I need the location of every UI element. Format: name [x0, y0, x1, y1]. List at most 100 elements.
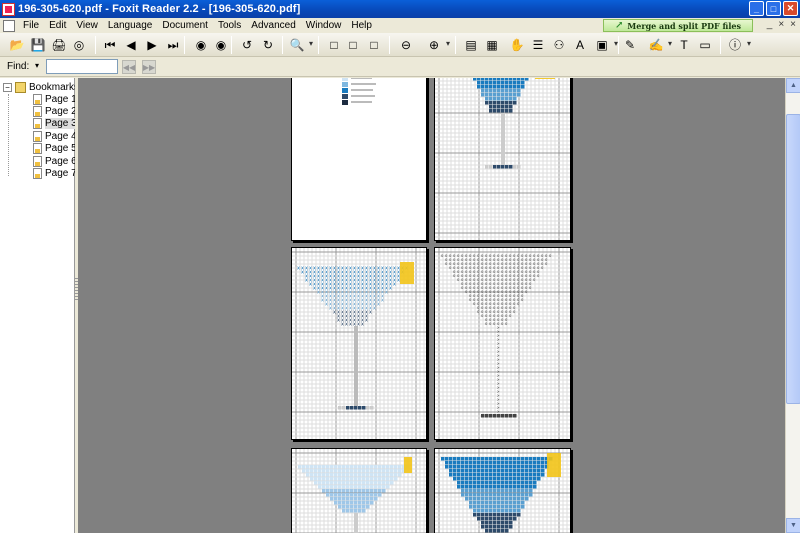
mdi-close-button[interactable]: ×: [790, 19, 796, 30]
bookmark-page-1[interactable]: Page 1: [33, 94, 77, 105]
svg-text:x: x: [369, 310, 372, 316]
bookmark-label: Page 1: [45, 94, 77, 105]
bookmark-page-7[interactable]: Page 7: [33, 168, 77, 179]
last-page-icon[interactable]: ⏭: [165, 37, 181, 53]
cross-stitch-pattern-mixed: [435, 449, 570, 533]
zoom-out-icon[interactable]: ⊖: [398, 37, 414, 53]
find-input[interactable]: [46, 59, 118, 74]
thumbnail-icon[interactable]: ▦: [484, 37, 500, 53]
find-icon[interactable]: ⚇: [551, 37, 567, 53]
typewriter-icon[interactable]: A: [572, 37, 588, 53]
menu-help[interactable]: Help: [346, 20, 377, 31]
bookmarks-root-label: Bookmarks: [29, 82, 80, 93]
page-thumbnail-5[interactable]: [291, 448, 427, 533]
menu-file[interactable]: File: [18, 20, 44, 31]
bookmark-page-3[interactable]: Page 3: [33, 118, 77, 129]
document-icon[interactable]: [3, 19, 15, 32]
svg-text:x: x: [301, 270, 304, 276]
rotate-right-icon[interactable]: ↻: [260, 37, 276, 53]
svg-text:x: x: [317, 290, 320, 296]
note-icon[interactable]: ▭: [697, 37, 713, 53]
actual-size-icon[interactable]: □: [326, 37, 342, 53]
snapshot-icon[interactable]: ▣: [594, 37, 618, 53]
menu-view[interactable]: View: [71, 20, 103, 31]
go-forward-icon[interactable]: ◉: [213, 37, 229, 53]
page-thumbnail-2[interactable]: [434, 78, 571, 241]
menu-window[interactable]: Window: [301, 20, 347, 31]
page-thumbnail-4[interactable]: oooooooooooooooooooooooooooooooooooooooo…: [434, 247, 571, 440]
mdi-restore-button[interactable]: ×: [778, 19, 784, 30]
text-tool-icon[interactable]: T: [676, 37, 692, 53]
previous-page-icon[interactable]: ◀: [123, 37, 139, 53]
scroll-up-button[interactable]: ▲: [786, 78, 800, 93]
zoom-icon[interactable]: 🔍: [289, 37, 313, 53]
title-bar[interactable]: 196-305-620.pdf - Foxit Reader 2.2 - [19…: [0, 0, 800, 18]
page-thumbnail-1[interactable]: [291, 78, 427, 241]
bookmark-page-icon: [33, 168, 42, 179]
highlight-icon[interactable]: ✍: [648, 37, 672, 53]
menu-language[interactable]: Language: [103, 20, 158, 31]
svg-text:x: x: [321, 298, 324, 304]
vertical-scrollbar[interactable]: ▲ ▼: [785, 78, 800, 533]
document-viewer[interactable]: xxxxxxxxxxxxxxxxxxxxxxxxxxxxxxxxxxxxxxxx…: [78, 78, 785, 533]
svg-text:x: x: [297, 266, 300, 272]
minimize-button[interactable]: _: [749, 1, 764, 16]
merge-split-promo-button[interactable]: Merge and split PDF files: [603, 19, 753, 32]
print-icon[interactable]: 🖨: [51, 37, 67, 53]
bookmark-label: Page 3: [45, 118, 77, 129]
svg-text:x: x: [389, 286, 392, 292]
page-thumbnail-6[interactable]: [434, 448, 571, 533]
app-icon[interactable]: [2, 2, 15, 16]
zoom-in-icon[interactable]: ⊕: [426, 37, 450, 53]
pencil-icon[interactable]: ✎: [622, 37, 638, 53]
svg-text:x: x: [313, 286, 316, 292]
menu-tools[interactable]: Tools: [213, 20, 246, 31]
bookmarks-panel: − Bookmarks Page 1 Page 2 Page 3 Page 4 …: [0, 78, 79, 533]
menu-advanced[interactable]: Advanced: [246, 20, 300, 31]
hand-tool-icon[interactable]: ✋: [509, 37, 525, 53]
svg-text:x: x: [349, 322, 352, 328]
next-page-icon[interactable]: ▶: [144, 37, 160, 53]
go-back-icon[interactable]: ◉: [193, 37, 209, 53]
svg-text:x: x: [345, 322, 348, 328]
bookmark-page-icon: [33, 131, 42, 142]
bookmark-page-5[interactable]: Page 5: [33, 143, 77, 154]
fit-width-icon[interactable]: □: [366, 37, 382, 53]
email-icon[interactable]: ◎: [71, 37, 87, 53]
fit-page-icon[interactable]: □: [345, 37, 361, 53]
scroll-down-button[interactable]: ▼: [786, 518, 800, 533]
svg-text:x: x: [341, 322, 344, 328]
bookmark-label: Page 7: [45, 168, 77, 179]
page-thumbnail-3[interactable]: xxxxxxxxxxxxxxxxxxxxxxxxxxxxxxxxxxxxxxxx…: [291, 247, 427, 440]
find-next-button[interactable]: ▶▶: [142, 60, 156, 74]
open-icon[interactable]: 📂: [9, 37, 25, 53]
bookmark-label: Page 6: [45, 156, 77, 167]
collapse-icon[interactable]: −: [3, 83, 12, 92]
rotate-left-icon[interactable]: ↺: [239, 37, 255, 53]
select-text-icon[interactable]: ☰: [530, 37, 546, 53]
bookmarks-root[interactable]: − Bookmarks: [3, 82, 79, 93]
svg-text:x: x: [333, 310, 336, 316]
maximize-button[interactable]: □: [766, 1, 781, 16]
bookmark-page-6[interactable]: Page 6: [33, 156, 77, 167]
bookmark-page-2[interactable]: Page 2: [33, 106, 77, 117]
find-previous-button[interactable]: ◀◀: [122, 60, 136, 74]
save-icon[interactable]: 💾: [30, 37, 46, 53]
scroll-thumb[interactable]: [786, 114, 800, 404]
bookmark-label: Page 5: [45, 143, 77, 154]
first-page-icon[interactable]: ⏮: [102, 37, 118, 53]
menu-document[interactable]: Document: [157, 20, 213, 31]
bookmark-page-4[interactable]: Page 4: [33, 131, 77, 142]
window-title: 196-305-620.pdf - Foxit Reader 2.2 - [19…: [18, 3, 301, 15]
svg-text:x: x: [305, 278, 308, 284]
svg-text:x: x: [365, 318, 368, 324]
info-icon[interactable]: ⓘ: [727, 37, 751, 53]
find-options-dropdown[interactable]: ▾: [35, 61, 39, 70]
mdi-minimize-button[interactable]: _: [767, 19, 773, 30]
svg-text:x: x: [373, 306, 376, 312]
cross-stitch-pattern-symbols: o o o o o o o o o o o o o o o o o o o o o o o o o o o oo o o o o o o o o o o o…: [435, 248, 570, 439]
bookmark-panel-icon[interactable]: ▤: [463, 37, 479, 53]
svg-text:x: x: [385, 290, 388, 296]
menu-edit[interactable]: Edit: [44, 20, 71, 31]
close-button[interactable]: ✕: [783, 1, 798, 16]
